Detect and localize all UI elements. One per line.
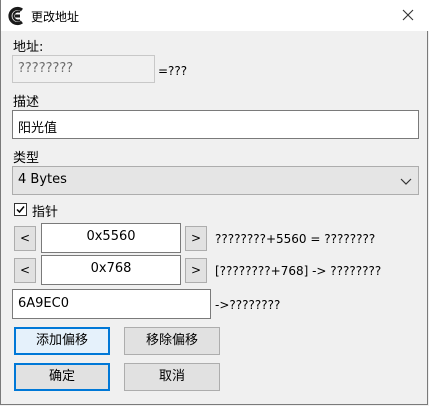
add-offset-button[interactable]: 添加偏移: [14, 327, 110, 355]
offset-2-expression: [????????+768] -> ????????: [215, 264, 382, 278]
change-address-dialog: 更改地址 地址: ???????? =??? 描述 阳光值 类型 4 Bytes…: [0, 0, 429, 405]
type-selected-value: 4 Bytes: [18, 172, 67, 187]
cheat-engine-icon: [7, 6, 27, 26]
base-address-expression: ->????????: [215, 298, 281, 312]
address-result: =???: [158, 64, 188, 78]
title-bar: 更改地址: [1, 0, 429, 31]
offset-2-decrement-button[interactable]: <: [14, 258, 36, 283]
window-title: 更改地址: [31, 10, 80, 24]
checkmark-icon: [16, 206, 25, 214]
base-address-input[interactable]: 6A9EC0: [12, 289, 211, 319]
offset-1-increment-button[interactable]: >: [185, 226, 207, 251]
pointer-label[interactable]: 指针: [32, 201, 58, 220]
type-label: 类型: [13, 151, 40, 166]
close-icon: [402, 9, 414, 21]
close-button[interactable]: [393, 5, 423, 27]
ok-button[interactable]: 确定: [14, 363, 110, 391]
offset-1-expression: ????????+5560 = ????????: [215, 232, 376, 246]
offset-1-input[interactable]: 0x5560: [41, 223, 181, 253]
address-field: ????????: [12, 55, 155, 83]
description-label: 描述: [13, 95, 40, 110]
type-select[interactable]: 4 Bytes: [12, 166, 419, 195]
remove-offset-button[interactable]: 移除偏移: [124, 327, 220, 355]
offset-2-input[interactable]: 0x768: [41, 255, 181, 285]
pointer-checkbox[interactable]: [14, 203, 27, 216]
offset-1-decrement-button[interactable]: <: [14, 226, 36, 251]
description-input[interactable]: 阳光值: [12, 110, 419, 139]
offset-2-increment-button[interactable]: >: [185, 258, 207, 283]
chevron-down-icon: [400, 175, 412, 190]
address-label: 地址:: [13, 40, 44, 55]
cancel-button[interactable]: 取消: [124, 363, 220, 391]
